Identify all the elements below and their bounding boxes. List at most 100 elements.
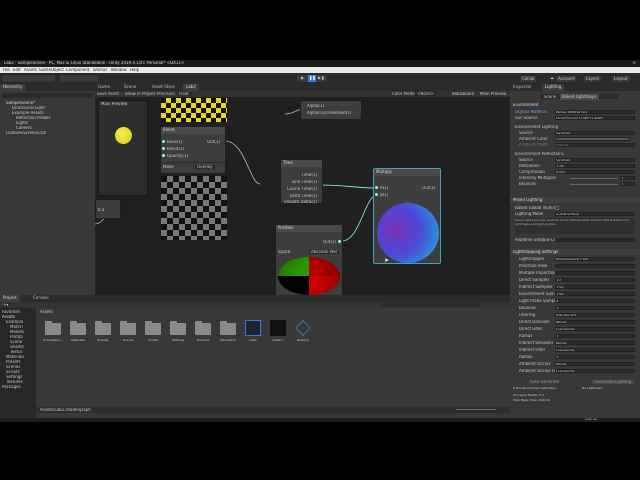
hierarchy-item[interactable]: Camera bbox=[16, 126, 32, 130]
lightmap-setting-field[interactable]: Gaussian bbox=[555, 327, 635, 331]
master-alpha-clip[interactable]: AlphaClipThreshold(1) bbox=[307, 111, 351, 115]
master-alpha[interactable]: Alpha(1) bbox=[307, 104, 324, 108]
time-output[interactable]: Cosine Time(1) bbox=[287, 187, 317, 191]
lightmap-setting-field[interactable]: Progressive CPU bbox=[555, 257, 635, 261]
tree-packages[interactable]: Packages bbox=[2, 385, 21, 389]
lightmap-setting-field[interactable]: Gaussian bbox=[555, 348, 635, 352]
hierarchy-item-scene[interactable]: SampleScene* bbox=[6, 101, 35, 105]
asset-item[interactable]: Lab2 bbox=[242, 317, 264, 347]
project-search-input[interactable] bbox=[380, 303, 480, 307]
preview-sphere[interactable] bbox=[115, 127, 132, 144]
hierarchy-item[interactable]: LookDevScreenLock bbox=[6, 131, 46, 135]
icon-size-slider[interactable] bbox=[456, 409, 496, 410]
blend-port[interactable] bbox=[162, 154, 165, 157]
transform-tools[interactable] bbox=[3, 75, 55, 82]
subtab-baked-lightmaps[interactable]: Baked Lightmaps bbox=[560, 94, 599, 100]
play-button[interactable]: ▶ bbox=[301, 76, 304, 80]
pivot-toggle[interactable] bbox=[60, 75, 98, 82]
menu-help[interactable]: Help bbox=[130, 68, 139, 72]
lightmap-setting-field[interactable]: 256 bbox=[555, 292, 635, 296]
asset-item[interactable]: Tutorialinfo bbox=[217, 317, 239, 347]
bounces-field[interactable]: 1 bbox=[620, 182, 635, 186]
menu-component[interactable]: Component bbox=[66, 68, 89, 72]
asset-item[interactable]: Scenes bbox=[117, 317, 139, 347]
lightmap-setting-field[interactable]: 4 bbox=[555, 299, 635, 303]
menu-window[interactable]: Window bbox=[111, 68, 127, 72]
blend-port[interactable] bbox=[162, 140, 165, 143]
lightmap-setting-field[interactable]: Advanced bbox=[555, 313, 635, 317]
blend-output[interactable]: Out(1) bbox=[207, 140, 220, 144]
tree-assets[interactable]: Assets bbox=[2, 315, 15, 319]
tree-item[interactable]: Materi bbox=[10, 325, 23, 329]
position-output[interactable]: Out(3) bbox=[323, 240, 336, 244]
tree-item[interactable]: Materials bbox=[6, 355, 24, 359]
intensity-field[interactable]: 1 bbox=[620, 176, 635, 180]
menu-assets[interactable]: Assets bbox=[24, 68, 37, 72]
tree-item[interactable]: Presets bbox=[6, 360, 21, 364]
lightmap-setting-field[interactable] bbox=[555, 264, 635, 268]
tree-favorites[interactable]: Favorites bbox=[2, 310, 20, 314]
baked-gi-checkbox[interactable] bbox=[555, 206, 559, 210]
tree-item[interactable]: Models bbox=[10, 330, 24, 334]
position-space-dropdown[interactable]: Absolute Wor bbox=[310, 250, 339, 254]
asset-item[interactable]: Scripts bbox=[142, 317, 164, 347]
resolution-dropdown[interactable]: 128 bbox=[555, 164, 635, 168]
blend-input-opacity[interactable]: Opacity(1) bbox=[167, 154, 188, 158]
menu-gameobject[interactable]: GameObject bbox=[39, 68, 64, 72]
tree-item[interactable]: Prefab bbox=[10, 335, 23, 339]
multiply-input-b[interactable]: B(1) bbox=[380, 193, 388, 197]
account-dropdown[interactable]: Account bbox=[556, 76, 577, 82]
collab-button[interactable]: Collab bbox=[520, 76, 537, 82]
ambient-mode-dropdown[interactable]: Baked bbox=[555, 143, 635, 147]
generate-lighting-button[interactable]: Generate Lighting bbox=[592, 380, 635, 384]
close-icon[interactable]: ✕ bbox=[633, 61, 636, 65]
skybox-field[interactable]: None (Material) bbox=[555, 110, 635, 114]
hierarchy-item[interactable]: Lights bbox=[16, 121, 28, 125]
tab-console[interactable]: Console bbox=[30, 295, 52, 302]
asset-item[interactable]: Readme bbox=[292, 317, 314, 347]
tree-item[interactable]: Settings bbox=[6, 375, 22, 379]
menu-edit[interactable]: Edit bbox=[13, 68, 21, 72]
compression-dropdown[interactable]: Auto bbox=[555, 170, 635, 174]
lightmap-setting-field[interactable]: 2 bbox=[555, 306, 635, 310]
value-node[interactable]: 0.5 bbox=[95, 199, 121, 219]
lightmap-setting-field[interactable]: Gaussian bbox=[555, 369, 635, 373]
blend-node[interactable]: Blend Base(1) Blend(1) Opacity(1) Out(1)… bbox=[160, 126, 226, 174]
tree-item[interactable]: Scenes bbox=[6, 365, 20, 369]
menu-tutorial[interactable]: Tutorial bbox=[92, 68, 107, 72]
lighting-mode-dropdown[interactable]: Subtractive bbox=[555, 212, 635, 216]
value-node-value[interactable]: 0.5 bbox=[98, 208, 104, 212]
env-source-dropdown[interactable]: Skybox bbox=[555, 131, 635, 135]
multiply-input-a[interactable]: A(1) bbox=[380, 186, 388, 190]
lightmap-setting-field[interactable]: 32 bbox=[555, 278, 635, 282]
tab-lighting[interactable]: Lighting bbox=[542, 84, 565, 91]
time-output[interactable]: Sine Time(1) bbox=[292, 180, 317, 184]
menu-file[interactable]: File bbox=[3, 68, 10, 72]
asset-item[interactable]: Presets bbox=[92, 317, 114, 347]
hierarchy-item[interactable]: Directional Light bbox=[12, 106, 45, 110]
layers-dropdown[interactable]: Layers bbox=[584, 76, 602, 82]
tree-item[interactable]: Textures bbox=[6, 380, 23, 384]
time-output[interactable]: Time(1) bbox=[302, 173, 317, 177]
time-output[interactable]: Delta Time(1) bbox=[290, 194, 317, 198]
subtab-scene[interactable]: Scene bbox=[544, 95, 556, 99]
multiply-port[interactable] bbox=[375, 186, 378, 189]
time-node[interactable]: Time Time(1) Sine Time(1) Cosine Time(1)… bbox=[280, 159, 323, 204]
tree-item[interactable]: Shader bbox=[10, 345, 24, 349]
lightmap-setting-field[interactable]: 1 bbox=[555, 334, 635, 338]
tree-item[interactable]: Textur bbox=[10, 350, 22, 354]
bounces-slider[interactable] bbox=[570, 184, 618, 185]
refl-source-dropdown[interactable]: Skybox bbox=[555, 158, 635, 162]
hierarchy-search-input[interactable] bbox=[2, 93, 93, 98]
project-breadcrumb[interactable]: Assets bbox=[40, 310, 53, 314]
hierarchy-item[interactable]: Reflection Probes bbox=[16, 116, 51, 120]
intensity-slider[interactable] bbox=[570, 178, 618, 179]
lightmap-setting-field[interactable]: None bbox=[555, 341, 635, 345]
tree-item[interactable]: Example bbox=[6, 320, 23, 324]
realtime-shadow-color[interactable] bbox=[555, 238, 635, 242]
tree-item[interactable]: Scene bbox=[10, 340, 22, 344]
asset-item[interactable]: Materials bbox=[67, 317, 89, 347]
asset-item[interactable]: ExampleAs... bbox=[42, 317, 64, 347]
asset-item[interactable]: LabDoc bbox=[267, 317, 289, 347]
lightmap-setting-field[interactable]: 5 bbox=[555, 355, 635, 359]
